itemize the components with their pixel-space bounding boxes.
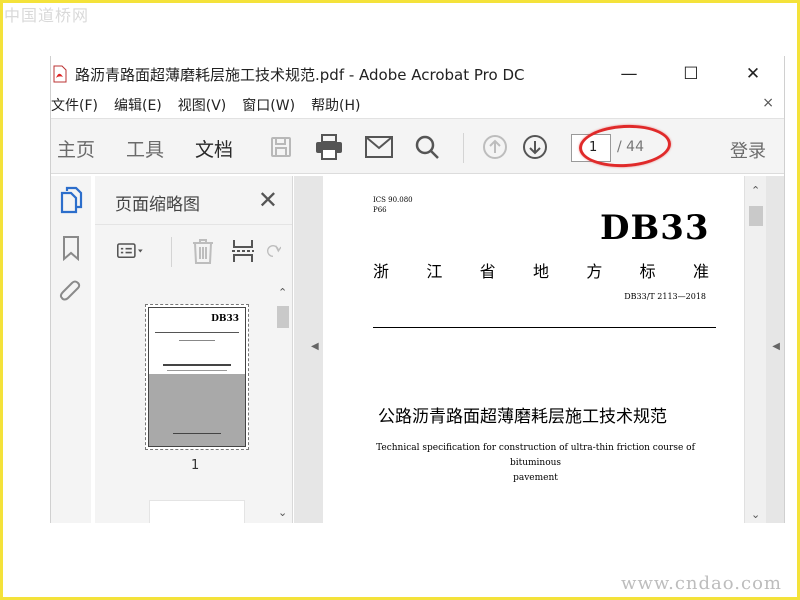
previous-page-icon[interactable] [481,133,509,161]
delete-page-icon[interactable] [189,237,217,265]
watermark-top: 中国道桥网 [4,6,90,25]
window-controls: — ☐ ✕ [598,56,784,92]
page-thumbnail-1[interactable]: DB33 [145,304,249,450]
page-thumbnail-preview: DB33 [148,307,246,447]
minimize-button[interactable]: — [598,56,660,92]
doc-scroll-up-icon[interactable]: ⌃ [751,184,760,197]
ics-code: ICS 90.080 [373,196,413,204]
document-page: ICS 90.080 P66 DB33 浙 江 省 地 方 标 准 DB33/T… [323,176,744,523]
standard-number: DB33/T 2113—2018 [624,292,706,301]
maximize-button[interactable]: ☐ [660,56,722,92]
navigation-rail [51,176,91,523]
thumbnails-scroll-thumb[interactable] [277,306,289,328]
save-icon[interactable] [267,133,295,161]
main-toolbar: 主页 工具 文档 1 / 44 登录 [51,118,784,174]
thumbnails-header: 页面缩略图 ✕ [95,176,292,224]
menu-close-icon[interactable]: × [762,95,774,111]
scroll-up-icon[interactable]: ⌃ [278,286,287,299]
thumbnails-title: 页面缩略图 [115,195,200,215]
thumbnails-scrollbar[interactable]: ⌃ ⌄ [274,282,292,523]
standard-type-char: 准 [692,262,709,281]
document-scrollbar[interactable]: ⌃ ⌄ [744,176,766,523]
bookmark-icon[interactable] [57,234,85,262]
thumbnail-code: DB33 [211,314,239,324]
standard-type-char: 地 [532,262,549,281]
thumbnail-rule [179,340,215,341]
rotate-page-icon[interactable] [265,237,281,265]
menu-window[interactable]: 窗口(W) [242,95,295,115]
attachment-icon[interactable] [57,278,85,306]
page-thumbnail-2[interactable] [149,500,245,523]
menu-file[interactable]: 文件(F) [51,95,98,115]
thumbnails-divider [171,237,172,267]
standard-type-char: 方 [586,262,603,281]
title-en-line-1: Technical specification for construction… [376,443,695,468]
title-en-line-2: pavement [513,473,558,483]
menu-help[interactable]: 帮助(H) [311,95,360,115]
title-bar: 路沥青路面超薄磨耗层施工技术规范.pdf - Adobe Acrobat Pro… [51,56,784,92]
window-title: 路沥青路面超薄磨耗层施工技术规范.pdf - Adobe Acrobat Pro… [75,65,525,84]
thumbnail-gray-block [149,374,245,446]
close-window-button[interactable]: ✕ [722,56,784,92]
document-title-en: Technical specification for construction… [363,441,708,486]
print-icon[interactable] [315,133,343,161]
standard-code-large: DB33 [600,208,710,248]
thumbnail-title-bar [163,364,231,366]
pdf-file-icon [53,65,67,83]
doc-scroll-down-icon[interactable]: ⌄ [751,508,760,521]
page-thumbnails-icon[interactable] [57,186,85,214]
thumbnail-page-number: 1 [191,458,200,473]
menu-edit[interactable]: 编辑(E) [114,95,162,115]
thumbnail-options-icon[interactable] [117,237,145,265]
ics-classification: ICS 90.080 P66 [373,195,413,215]
standard-type-char: 江 [426,262,443,281]
tab-document[interactable]: 文档 [195,135,233,162]
email-icon[interactable] [365,133,393,161]
collapse-right-icon[interactable]: ◀ [772,341,780,352]
content-area: 页面缩略图 ✕ DB33 1 ⌃ ⌄ ◀ ICS 90.080 P66 DB33… [51,176,784,523]
thumbnails-panel: 页面缩略图 ✕ DB33 1 ⌃ ⌄ [95,176,293,523]
document-title-cn: 公路沥青路面超薄磨耗层施工技术规范 [378,407,667,427]
tab-home[interactable]: 主页 [57,135,95,162]
header-rule [373,327,716,328]
menu-view[interactable]: 视图(V) [178,95,227,115]
scroll-down-icon[interactable]: ⌄ [278,506,287,519]
login-button[interactable]: 登录 [730,137,766,163]
standard-type: 浙 江 省 地 方 标 准 [373,258,709,282]
next-page-icon[interactable] [521,133,549,161]
split-page-icon[interactable] [229,237,257,265]
thumbnails-list: DB33 1 ⌃ ⌄ [95,282,292,523]
tab-tools[interactable]: 工具 [126,135,164,162]
thumbnail-rule [173,433,221,434]
acrobat-window: 路沥青路面超薄磨耗层施工技术规范.pdf - Adobe Acrobat Pro… [50,56,785,523]
watermark-bottom: www.cndao.com [621,573,782,594]
close-panel-icon[interactable]: ✕ [258,186,278,214]
thumbnails-toolbar [95,224,292,280]
document-viewer: ◀ ICS 90.080 P66 DB33 浙 江 省 地 方 标 准 DB33… [294,176,784,523]
search-icon[interactable] [413,133,441,161]
p-code: P66 [373,206,387,214]
collapse-left-icon[interactable]: ◀ [311,341,319,352]
menu-bar: 文件(F) 编辑(E) 视图(V) 窗口(W) 帮助(H) × [51,92,784,118]
standard-type-char: 浙 [373,262,390,281]
standard-type-char: 标 [639,262,656,281]
thumbnail-rule [155,332,239,333]
thumbnail-rule [167,370,227,371]
standard-type-char: 省 [479,262,496,281]
highlight-ellipse [577,122,673,170]
document-scroll-thumb[interactable] [749,206,763,226]
toolbar-divider [463,133,464,163]
